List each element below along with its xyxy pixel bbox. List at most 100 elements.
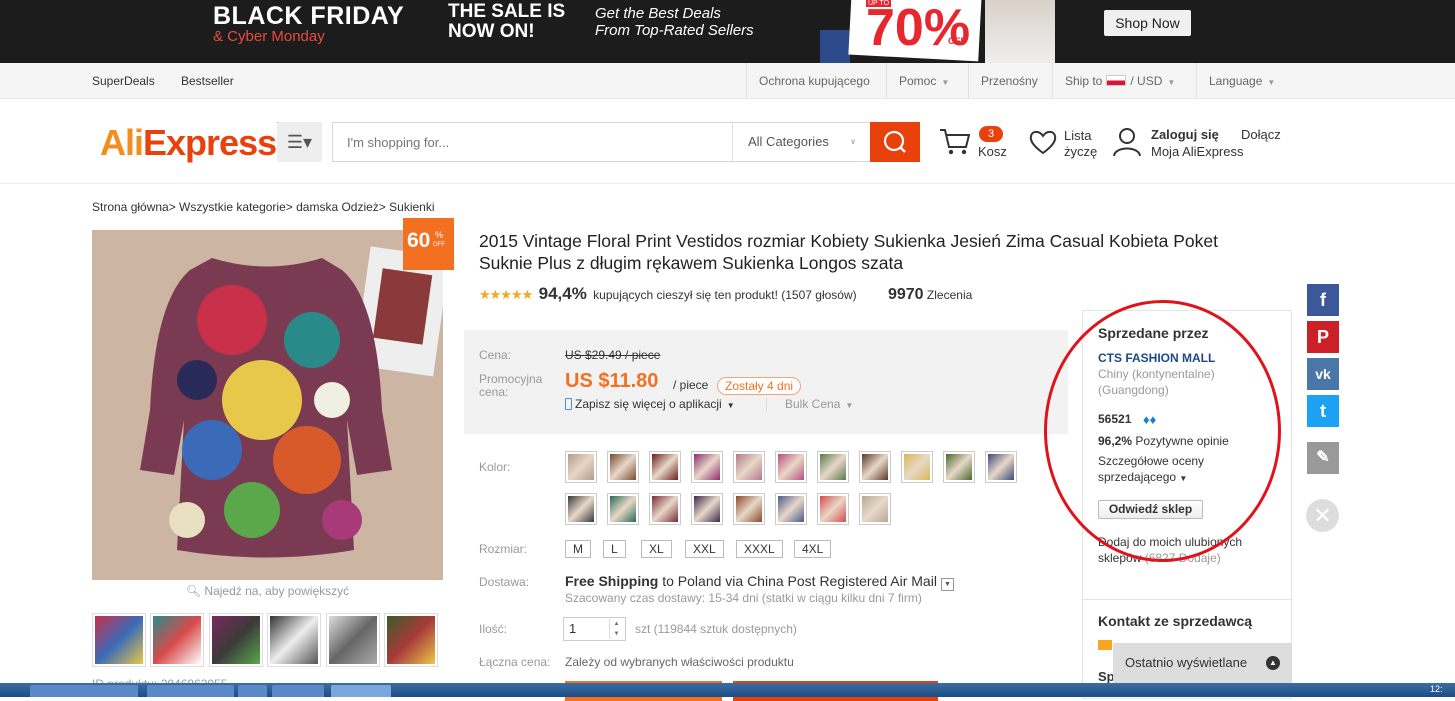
color-swatch-image: [904, 454, 930, 480]
thumbnail[interactable]: [326, 613, 380, 667]
discount-percent: %: [435, 230, 444, 240]
color-swatch-image: [820, 454, 846, 480]
app-save-link[interactable]: Zapisz się więcej o aplikacji ▼: [565, 397, 735, 411]
categories-menu-button[interactable]: ☰▾: [277, 122, 322, 162]
color-swatch[interactable]: [691, 451, 723, 483]
color-swatch-image: [778, 496, 804, 522]
color-swatch-image: [946, 454, 972, 480]
top-nav: SuperDeals Bestseller Ochrona kupującego…: [0, 63, 1455, 99]
taskbar-item[interactable]: [272, 685, 324, 697]
cart-label[interactable]: Kosz: [978, 144, 1007, 159]
my-aliexpress-link[interactable]: Moja AliExpress: [1151, 144, 1243, 159]
color-swatch-image: [736, 496, 762, 522]
join-link[interactable]: Dołącz: [1241, 127, 1281, 142]
pinterest-icon[interactable]: P: [1307, 321, 1339, 353]
nav-buyer-protection[interactable]: Ochrona kupującego: [746, 63, 882, 99]
search-input[interactable]: [333, 123, 731, 161]
rating-text[interactable]: kupujących cieszył się ten produkt! (150…: [593, 288, 856, 302]
thumbnail[interactable]: [150, 613, 204, 667]
color-swatch[interactable]: [607, 451, 639, 483]
color-swatch[interactable]: [775, 493, 807, 525]
color-swatch[interactable]: [901, 451, 933, 483]
color-swatch-image: [652, 454, 678, 480]
discount-number: 60: [407, 229, 431, 252]
nav-mobile-label: Przenośny: [981, 74, 1038, 88]
size-option[interactable]: M: [565, 540, 591, 558]
color-swatch[interactable]: [859, 451, 891, 483]
color-swatch[interactable]: [733, 493, 765, 525]
quantity-stepper[interactable]: ▲ ▼: [609, 619, 623, 639]
size-option[interactable]: 4XL: [794, 540, 832, 558]
wishlist-button[interactable]: [1028, 128, 1058, 161]
shipping-estimate: Szacowany czas dostawy: 15-34 dni (statk…: [565, 591, 922, 605]
promo-price: US $11.80: [565, 370, 659, 392]
color-swatch-image: [694, 454, 720, 480]
account-button[interactable]: [1112, 126, 1142, 163]
phone-icon: [565, 398, 572, 410]
taskbar-item[interactable]: [331, 685, 391, 697]
color-swatch[interactable]: [985, 451, 1017, 483]
shipping-dropdown-icon[interactable]: ▼: [940, 578, 954, 591]
recently-viewed-bar[interactable]: Ostatnio wyświetlane ▲: [1113, 643, 1292, 683]
nav-language[interactable]: Language ▼: [1196, 63, 1287, 99]
category-select-label: All Categories: [748, 134, 829, 149]
product-main-image[interactable]: [92, 230, 443, 580]
mail-icon[interactable]: [1098, 640, 1112, 650]
color-swatch-image: [820, 496, 846, 522]
color-swatch[interactable]: [859, 493, 891, 525]
nav-bestseller[interactable]: Bestseller: [181, 74, 234, 88]
aliexpress-logo[interactable]: AliExpress™: [100, 122, 283, 164]
category-select[interactable]: All Categories ∨: [732, 123, 870, 161]
nav-superdeals[interactable]: SuperDeals: [92, 74, 155, 88]
edit-icon[interactable]: ✎: [1307, 442, 1339, 474]
recently-viewed-label: Ostatnio wyświetlane: [1125, 655, 1248, 670]
color-swatch[interactable]: [565, 451, 597, 483]
search-button[interactable]: [870, 122, 920, 162]
shop-now-button[interactable]: Shop Now: [1104, 10, 1191, 36]
nav-buyer-protection-label: Ochrona kupującego: [759, 74, 870, 88]
cart-button[interactable]: [938, 125, 972, 162]
size-option[interactable]: L: [603, 540, 626, 558]
orders-label: Zlecenia: [926, 288, 973, 302]
size-option[interactable]: XXXL: [736, 540, 783, 558]
close-icon[interactable]: ✕: [1306, 499, 1339, 532]
vk-icon[interactable]: vk: [1307, 358, 1339, 390]
nav-help-label: Pomoc: [899, 74, 937, 88]
color-swatch[interactable]: [565, 493, 597, 525]
color-swatch[interactable]: [607, 493, 639, 525]
bulk-price-link[interactable]: Bulk Cena ▼: [766, 397, 853, 411]
contact-heading: Kontakt ze sprzedawcą: [1098, 613, 1253, 629]
promo-banner[interactable]: BLACK FRIDAY & Cyber Monday THE SALE IS …: [0, 0, 1455, 63]
banner-tagline-2: From Top-Rated Sellers: [595, 22, 754, 39]
color-swatch[interactable]: [649, 451, 681, 483]
taskbar-item[interactable]: [30, 685, 138, 697]
twitter-icon[interactable]: t: [1307, 395, 1339, 427]
thumbnail[interactable]: [209, 613, 263, 667]
color-swatch[interactable]: [649, 493, 681, 525]
thumbnail[interactable]: [384, 613, 438, 667]
wishlist-label[interactable]: Lista życzę: [1064, 128, 1104, 160]
orders-count: 9970: [887, 286, 924, 303]
nav-mobile[interactable]: Przenośny: [968, 63, 1050, 99]
taskbar-item[interactable]: [238, 685, 267, 697]
size-option[interactable]: XXL: [685, 540, 724, 558]
per-piece: / piece: [673, 378, 709, 392]
color-swatch[interactable]: [691, 493, 723, 525]
breadcrumb[interactable]: Strona główna> Wszystkie kategorie> dams…: [92, 200, 435, 214]
nav-ship-to[interactable]: Ship to / USD ▼: [1052, 63, 1187, 99]
size-option[interactable]: XL: [641, 540, 672, 558]
zoom-hint: 🔍︎ Najedź na, aby powiększyć: [92, 584, 443, 598]
color-swatch[interactable]: [817, 451, 849, 483]
color-swatch[interactable]: [733, 451, 765, 483]
color-swatch[interactable]: [817, 493, 849, 525]
signin-link[interactable]: Zaloguj się: [1151, 127, 1219, 142]
color-swatch[interactable]: [775, 451, 807, 483]
nav-help[interactable]: Pomoc ▼: [886, 63, 961, 99]
facebook-icon[interactable]: f: [1307, 284, 1339, 316]
taskbar-item[interactable]: [147, 685, 234, 697]
logo-part-2: Express: [143, 122, 277, 163]
app-save-text: Zapisz się więcej o aplikacji: [575, 397, 722, 411]
thumbnail[interactable]: [267, 613, 321, 667]
color-swatch[interactable]: [943, 451, 975, 483]
thumbnail[interactable]: [92, 613, 146, 667]
